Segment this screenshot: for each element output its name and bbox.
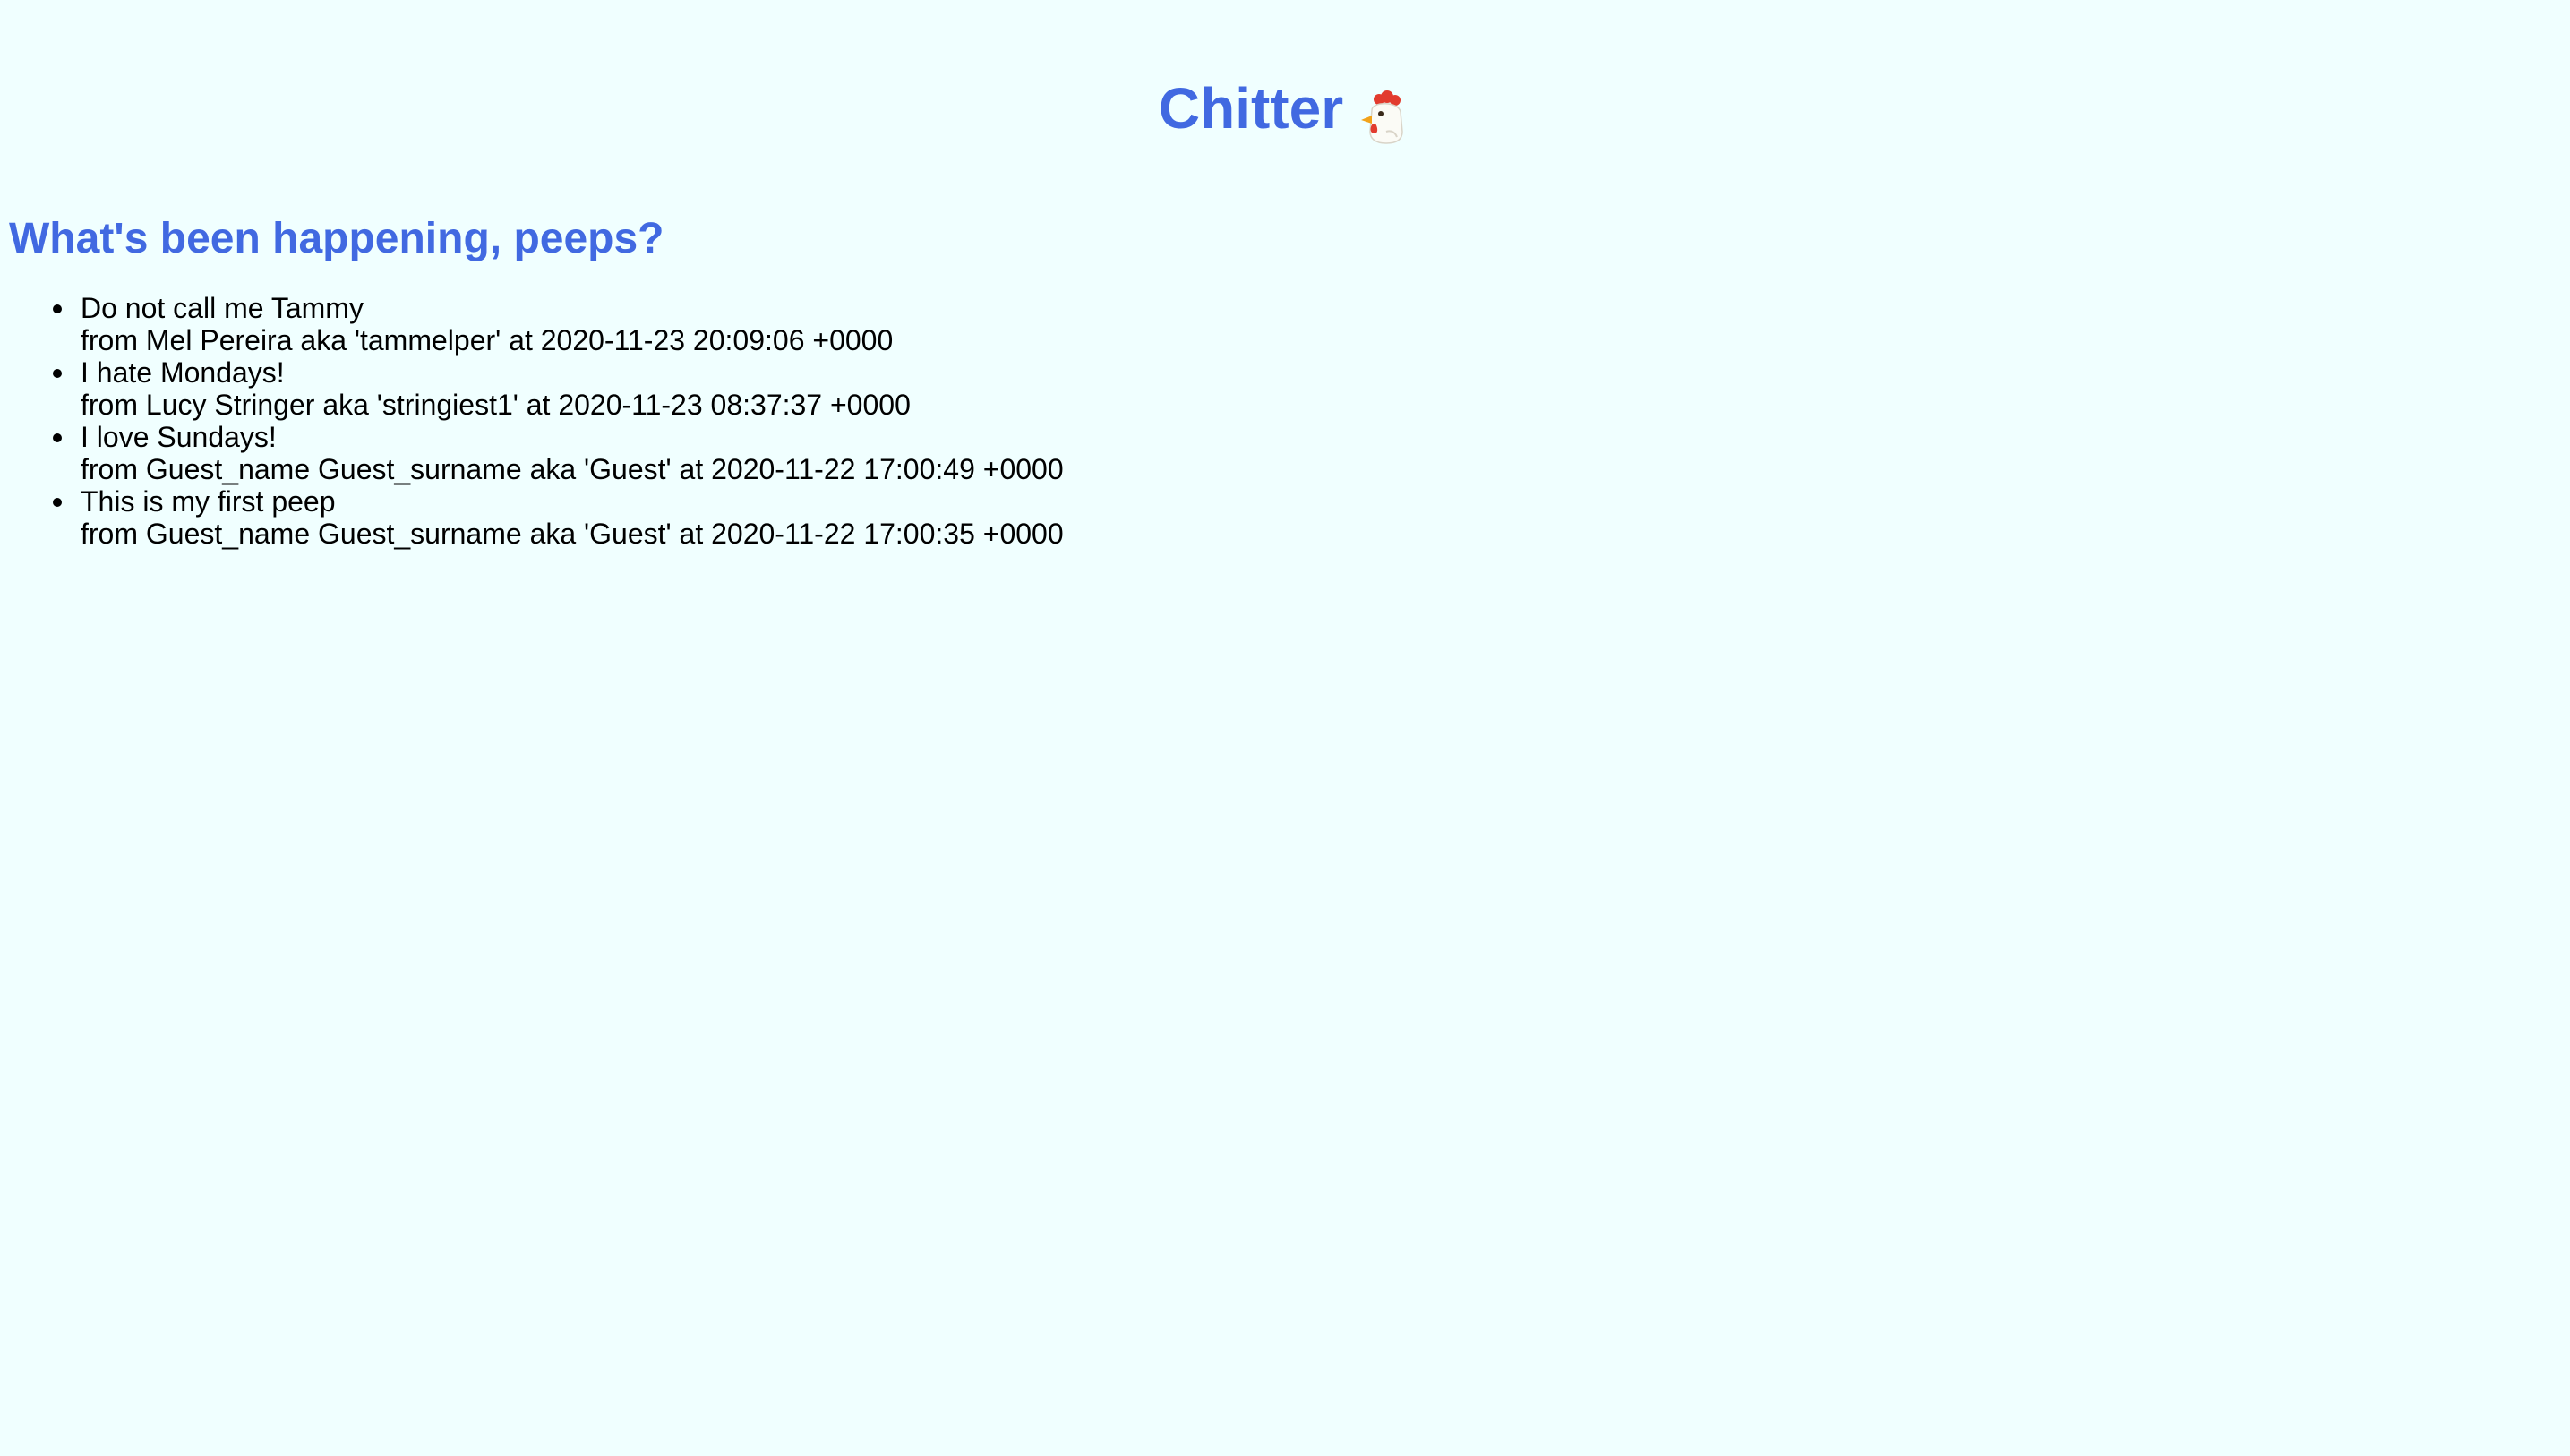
peep-item: Do not call me Tammy from Mel Pereira ak… (9, 292, 2516, 356)
bullet (53, 433, 62, 442)
peep-meta: from Mel Pereira aka 'tammelper' at 2020… (81, 324, 894, 356)
peep-text: Do not call me Tammy (81, 292, 364, 324)
peep-meta: from Lucy Stringer aka 'stringiest1' at … (81, 389, 911, 421)
bullet (53, 304, 62, 313)
peep-feed: What's been happening, peeps? Do not cal… (9, 208, 2516, 550)
peep-item: I love Sundays! from Guest_name Guest_su… (9, 421, 2516, 485)
chicken-icon (1359, 81, 1411, 144)
peep-item: I hate Mondays! from Lucy Stringer aka '… (9, 356, 2516, 421)
site-title-text: Chitter (1158, 75, 1344, 141)
peep-text: I hate Mondays! (81, 356, 285, 389)
peep-text: I love Sundays! (81, 421, 277, 453)
site-header: Chitter (0, 27, 2570, 190)
peep-text: This is my first peep (81, 485, 336, 518)
site-title: Chitter (1159, 65, 1411, 151)
peep-list: Do not call me Tammy from Mel Pereira ak… (9, 292, 2516, 550)
bullet (53, 498, 62, 507)
peep-meta: from Guest_name Guest_surname aka 'Guest… (81, 453, 1064, 485)
peep-item: This is my first peep from Guest_name Gu… (9, 485, 2516, 550)
bullet (53, 369, 62, 378)
feed-heading: What's been happening, peeps? (9, 215, 664, 262)
peep-meta: from Guest_name Guest_surname aka 'Guest… (81, 518, 1064, 550)
